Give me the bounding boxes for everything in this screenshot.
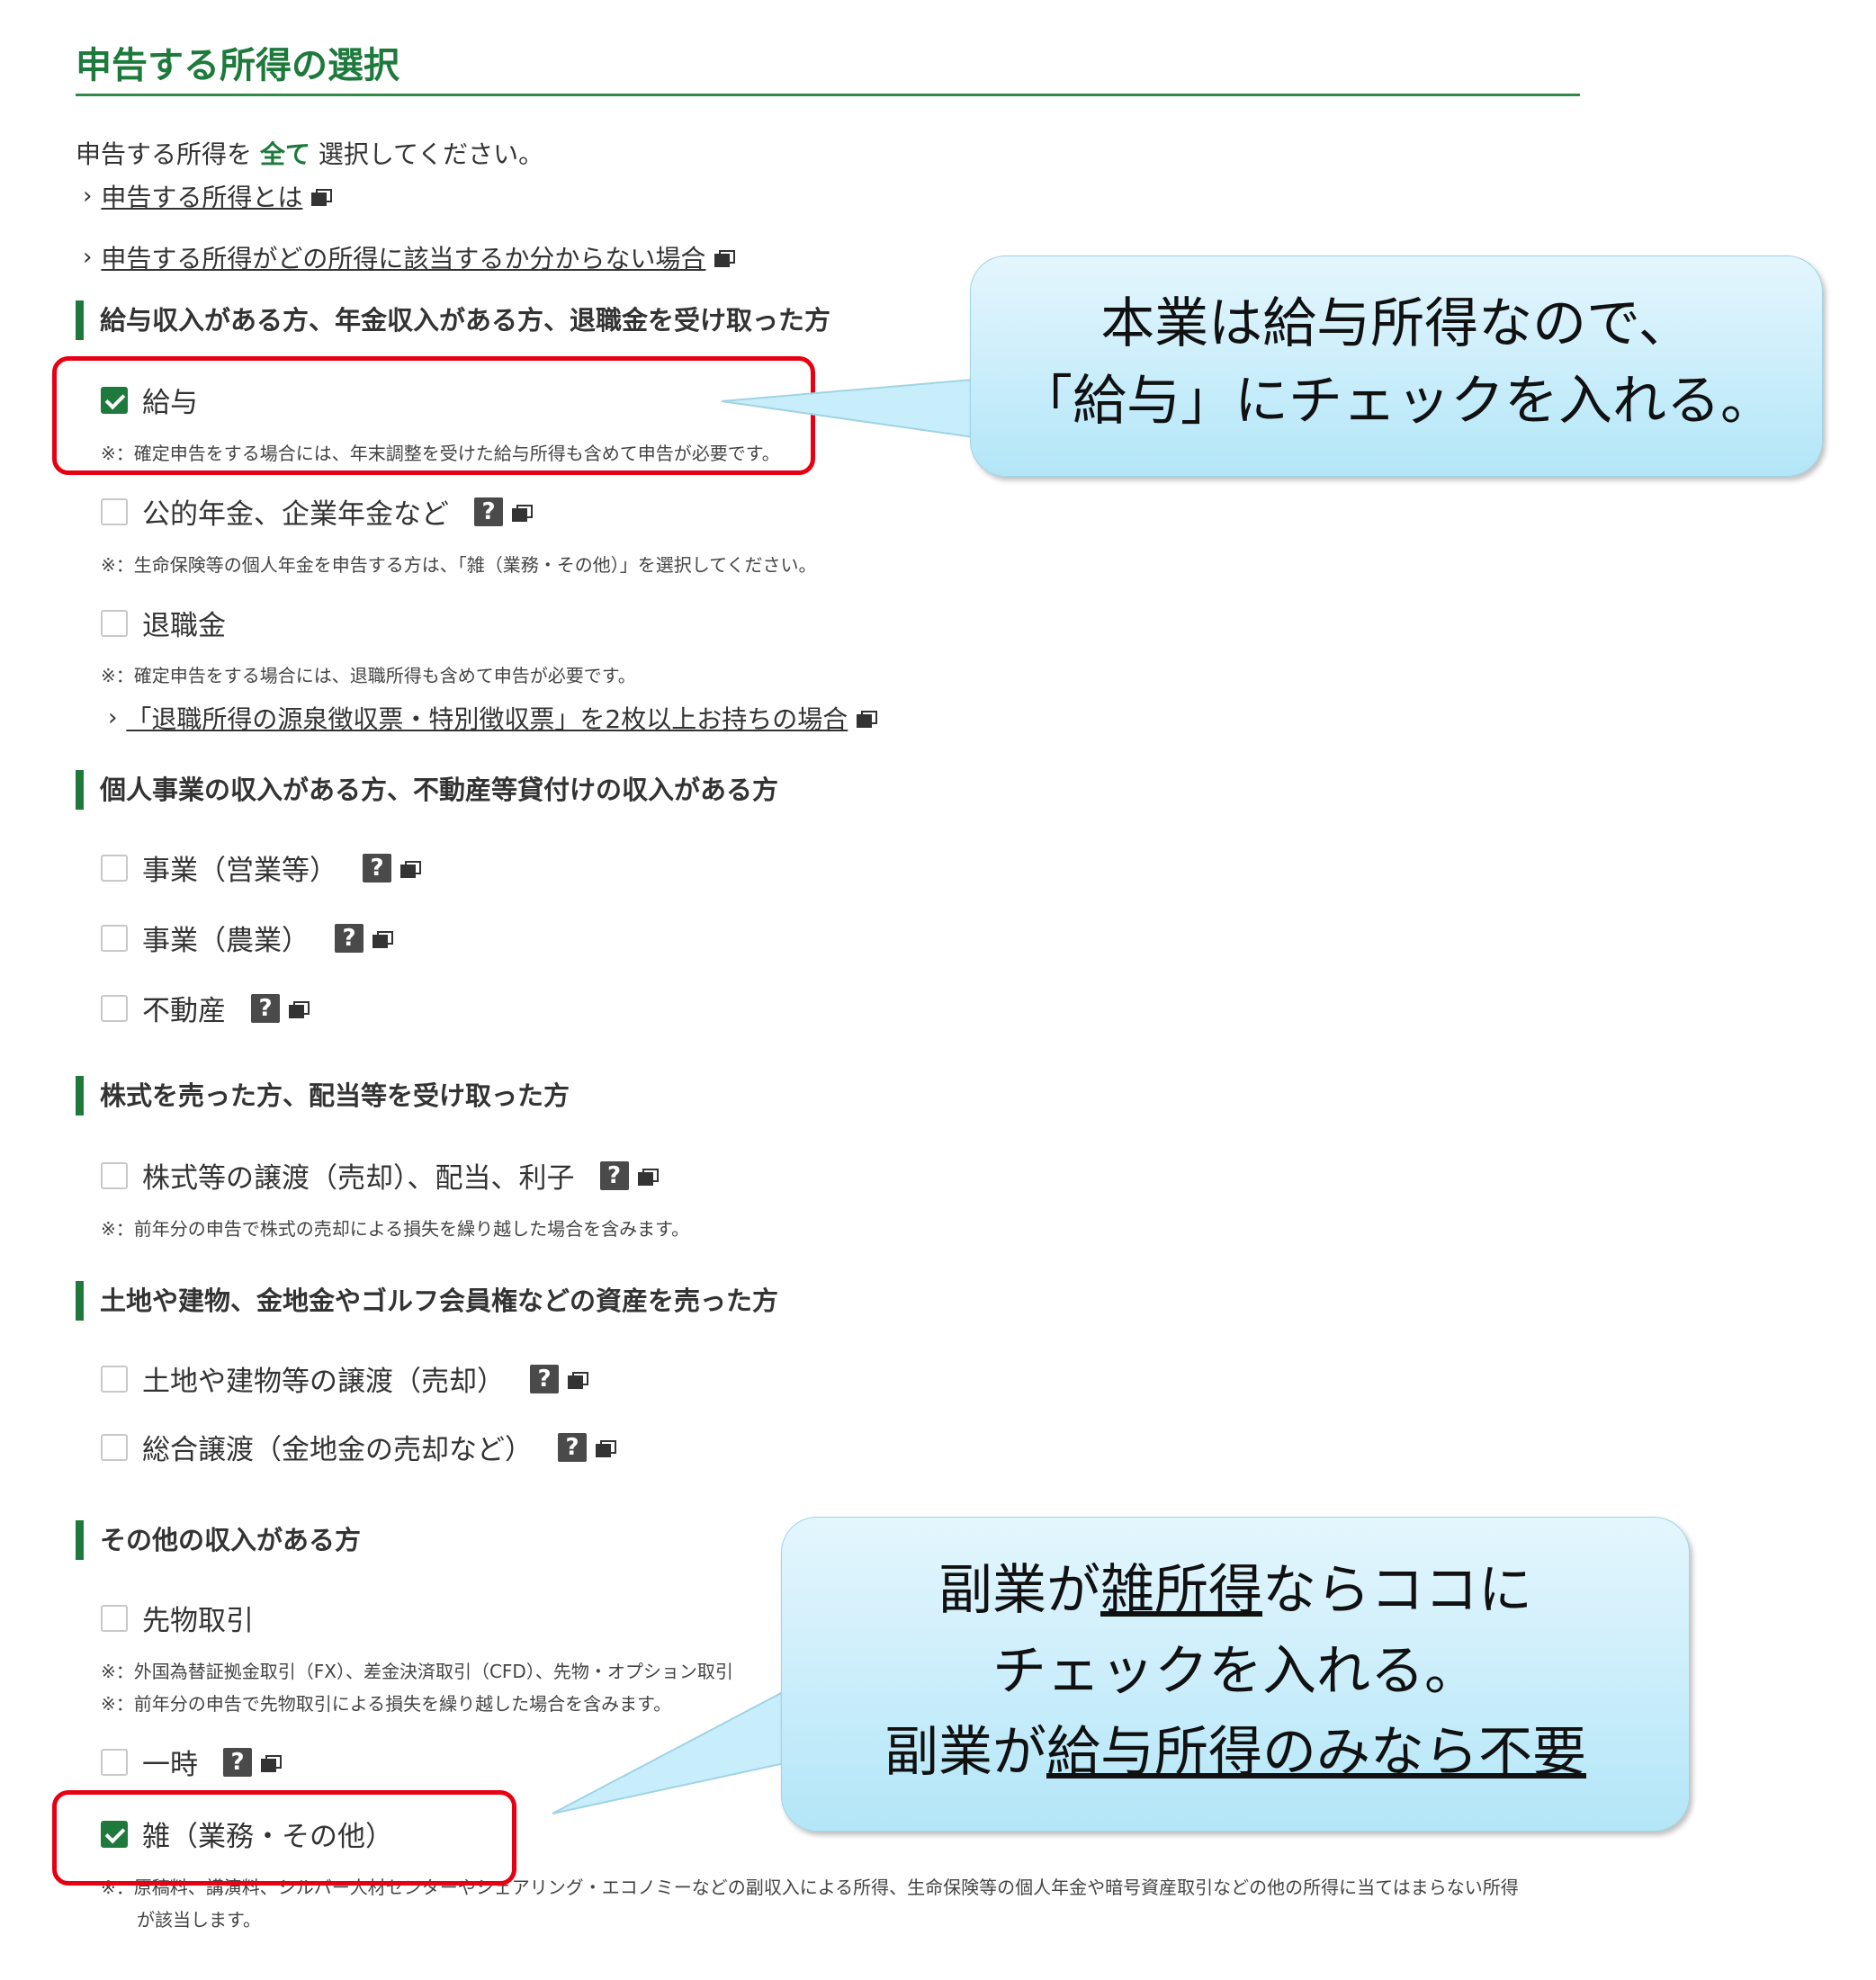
callout-pointer-bottom <box>552 1689 785 1814</box>
callout-side-job-line2: チェックを入れる。 <box>992 1640 1478 1703</box>
callout-pointer-top <box>721 378 974 439</box>
text-underlined: 給与所得のみなら不要 <box>1046 1721 1586 1784</box>
text-underlined: 雑所得 <box>1100 1559 1262 1622</box>
text: ならココに <box>1262 1559 1532 1622</box>
text: 副業が <box>938 1559 1100 1622</box>
callout-side-job: 副業が雑所得ならココに チェックを入れる。 副業が給与所得のみなら不要 <box>781 1517 1690 1832</box>
callout-salary-line1: 本業は給与所得なので、 <box>1100 292 1692 355</box>
callout-side-job-line3: 副業が給与所得のみなら不要 <box>782 1712 1689 1793</box>
callout-side-job-line1: 副業が雑所得ならココに <box>782 1550 1689 1631</box>
callout-salary-line2: 「給与」にチェックを入れる。 <box>1019 370 1774 433</box>
text: 副業が <box>884 1721 1046 1784</box>
callout-salary: 本業は給与所得なので、 「給与」にチェックを入れる。 <box>970 255 1823 477</box>
